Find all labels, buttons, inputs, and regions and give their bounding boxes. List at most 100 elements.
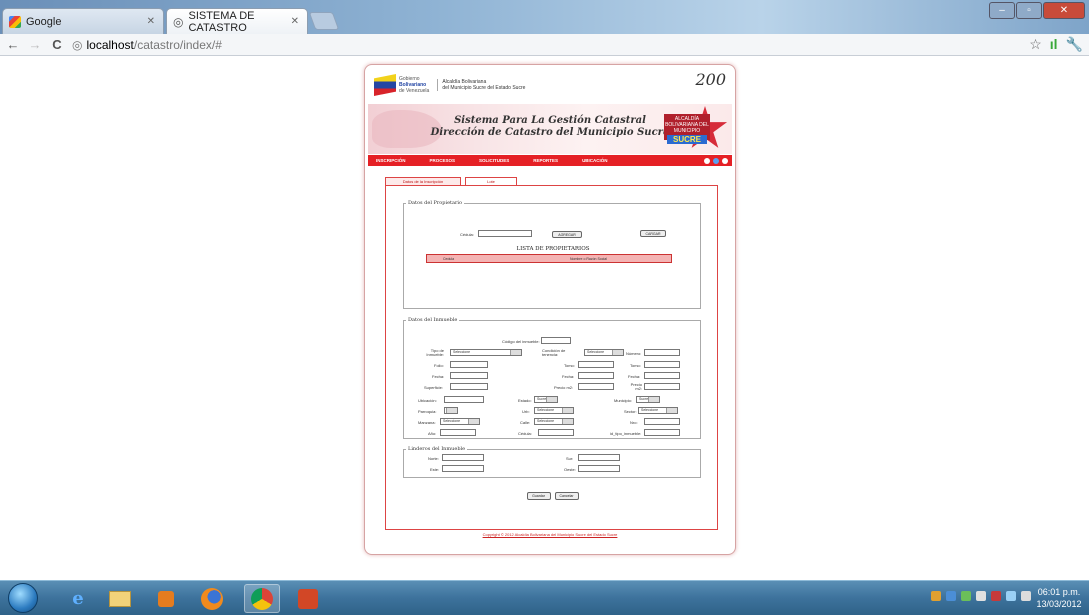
inmueble-legend: Datos del Inmueble <box>408 317 458 323</box>
close-tab-icon[interactable]: ✕ <box>291 16 299 27</box>
condicion-label: Condición de tenencia: <box>542 348 566 357</box>
cargar-button[interactable]: CARGAR <box>640 230 666 237</box>
codigo-input[interactable] <box>541 337 571 344</box>
tray-app-icon[interactable] <box>946 591 956 601</box>
tab-lote[interactable]: Lote <box>465 177 517 185</box>
nro-input[interactable] <box>644 418 680 425</box>
logout-icon[interactable] <box>722 157 728 164</box>
tipo-select[interactable]: Seleccione <box>450 349 522 356</box>
tomo2-label: Tomo: <box>630 363 641 368</box>
media-player-icon[interactable] <box>148 584 184 613</box>
id-tipo-input[interactable] <box>644 429 680 436</box>
tray-app-icon[interactable] <box>991 591 1001 601</box>
file-explorer-icon[interactable] <box>102 584 138 613</box>
calle-select[interactable]: Seleccione <box>534 418 574 425</box>
inmueble-fieldset: Datos del Inmueble Código del inmueble: … <box>403 317 701 439</box>
oeste-input[interactable] <box>578 465 620 472</box>
tray-app-icon[interactable] <box>961 591 971 601</box>
propietario-legend: Datos del Propietario <box>408 200 463 206</box>
col-nombre: Nombre o Razón Social <box>570 256 607 261</box>
help-icon[interactable] <box>713 157 719 164</box>
este-input[interactable] <box>442 465 484 472</box>
menu-procesos[interactable]: PROCESOS <box>430 158 456 163</box>
toolbar-right: ☆ ıl 🔧 <box>1029 36 1083 53</box>
home-icon[interactable] <box>704 157 710 164</box>
sector-select[interactable]: Seleccione <box>638 407 678 414</box>
forward-arrow-icon[interactable]: → <box>26 36 44 54</box>
maximize-button[interactable]: ▫ <box>1016 2 1042 19</box>
page-viewport: Gobierno Bolivariano de Venezuela Alcald… <box>0 56 1089 580</box>
tomo-input[interactable] <box>578 361 614 368</box>
col-cedula: Cedula <box>443 256 455 261</box>
menu-reportes[interactable]: REPORTES <box>533 158 558 163</box>
condicion-select[interactable]: Seleccione <box>584 349 624 356</box>
new-tab-button[interactable] <box>308 12 340 30</box>
menu-solicitudes[interactable]: SOLICITUDES <box>479 158 509 163</box>
minimize-button[interactable]: – <box>989 2 1015 19</box>
volume-icon[interactable] <box>1021 591 1031 601</box>
agregar-button[interactable]: AGREGAR <box>552 231 582 238</box>
calle-label: Calle: <box>520 420 531 425</box>
wrench-icon[interactable]: 🔧 <box>1066 36 1083 53</box>
norte-input[interactable] <box>442 454 484 461</box>
system-tray <box>931 591 1031 601</box>
close-window-button[interactable]: ✕ <box>1043 2 1085 19</box>
browser-tab-google[interactable]: Google ✕ <box>2 8 164 34</box>
url-path: /catastro/index/# <box>133 37 222 52</box>
parroquia-select[interactable] <box>444 407 458 414</box>
manzana-label: Manzana: <box>418 420 436 425</box>
guardar-button[interactable]: Guardar <box>526 492 551 500</box>
superficie-input[interactable] <box>450 383 488 390</box>
fecha3-input[interactable] <box>644 372 680 379</box>
fecha-input[interactable] <box>450 372 488 379</box>
star-icon[interactable]: ☆ <box>1029 36 1042 53</box>
cancelar-button[interactable]: Cancelar <box>554 492 579 500</box>
id-tipo-label: id_tipo_inmueble: <box>610 431 642 436</box>
page-icon: ◎ <box>72 37 83 52</box>
sucre-logo: ALCALDÍA BOLIVARIANA DEL MUNICIPIO SUCRE <box>664 106 728 152</box>
precio-input[interactable] <box>578 383 614 390</box>
firefox-icon[interactable] <box>194 584 230 613</box>
tray-app-icon[interactable] <box>931 591 941 601</box>
network-icon[interactable] <box>1006 591 1016 601</box>
manzana-select[interactable]: Seleccione <box>440 418 480 425</box>
chrome-icon[interactable] <box>244 584 280 613</box>
folio-input[interactable] <box>450 361 488 368</box>
anio-input[interactable] <box>440 429 476 436</box>
presentation-app-icon[interactable] <box>290 584 326 613</box>
browser-tab-catastro[interactable]: ◎ SISTEMA DE CATASTRO ✕ <box>166 8 308 34</box>
system-subtitle: Dirección de Catastro del Municipio Sucr… <box>430 127 670 138</box>
ubicacion-label: Ubicación: <box>418 398 437 403</box>
precio2-input[interactable] <box>644 383 680 390</box>
cedula-input[interactable] <box>478 230 532 237</box>
menu-inscripcion[interactable]: INSCRIPCIÓN <box>376 158 406 163</box>
signal-bars-icon[interactable]: ıl <box>1050 36 1058 53</box>
menu-ubicacion[interactable]: UBICACIÓN <box>582 158 608 163</box>
tomo2-input[interactable] <box>644 361 680 368</box>
address-bar[interactable]: ◎ localhost/catastro/index/# <box>72 36 1027 54</box>
fecha2-input[interactable] <box>578 372 614 379</box>
este-label: Este: <box>430 467 440 472</box>
back-arrow-icon[interactable]: ← <box>4 36 22 54</box>
estado-select[interactable]: Sucre <box>534 396 558 403</box>
reload-icon[interactable]: C <box>48 36 66 54</box>
municipio-select[interactable]: Sucre <box>636 396 660 403</box>
globe-icon: ◎ <box>173 14 184 29</box>
footer-copyright[interactable]: Copyright © 2012 Alcaldía Bolivariana de… <box>364 532 736 537</box>
parroquia-label: Parroquia: <box>418 409 437 414</box>
numero-input[interactable] <box>644 349 680 356</box>
close-tab-icon[interactable]: ✕ <box>147 16 155 27</box>
gobierno-logo: Gobierno Bolivariano de Venezuela <box>399 76 430 94</box>
sur-input[interactable] <box>578 454 620 461</box>
cedula2-input[interactable] <box>538 429 574 436</box>
start-button[interactable] <box>8 583 38 613</box>
google-favicon-icon <box>9 15 21 28</box>
ubicacion-input[interactable] <box>444 396 484 403</box>
internet-explorer-icon[interactable]: e <box>60 584 96 613</box>
taskbar-clock[interactable]: 06:01 p.m. 13/03/2012 <box>1033 586 1085 610</box>
urb-select[interactable]: Seleccione <box>534 407 574 414</box>
system-title: Sistema Para La Gestión Catastral <box>454 115 646 126</box>
tab-datos-inscripcion[interactable]: Datos de la Inscripción <box>385 177 461 185</box>
numero-label: Número: <box>626 351 642 356</box>
tray-app-icon[interactable] <box>976 591 986 601</box>
